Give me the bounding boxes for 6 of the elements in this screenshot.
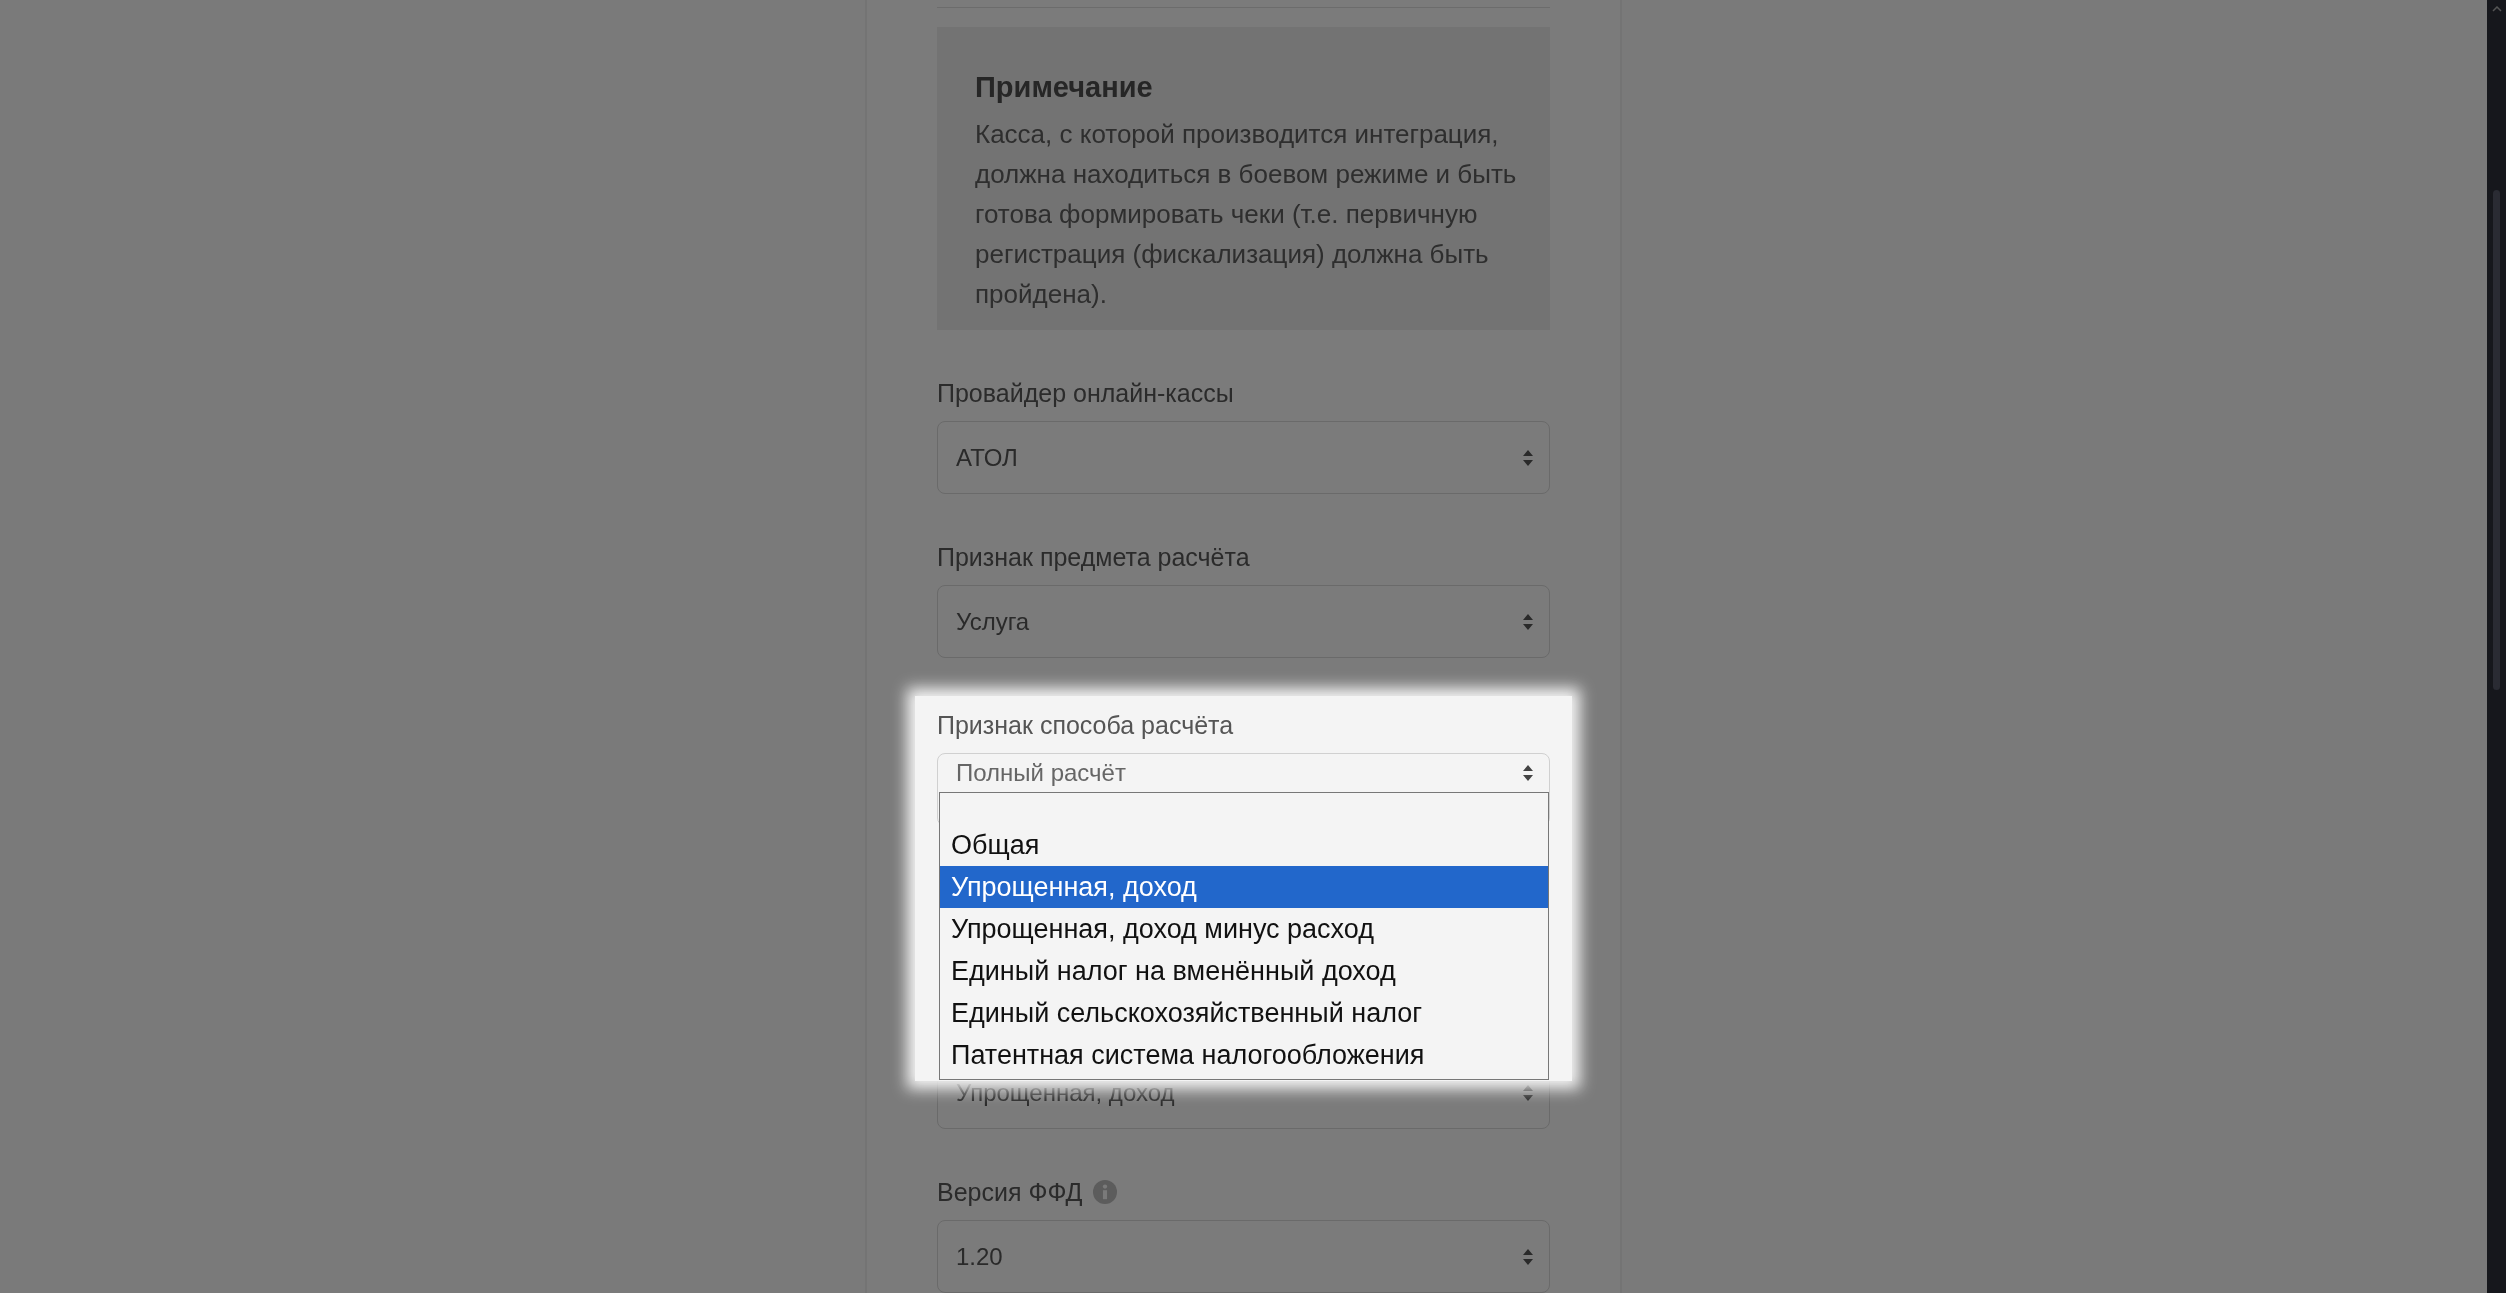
field-label: Признак способа расчёта [937,710,1234,740]
field-label: Признак предмета расчёта [937,542,1250,572]
field-label: Версия ФФД [937,1177,1083,1207]
field-label: Провайдер онлайн-кассы [937,378,1234,408]
note-text: Касса, с которой производится интеграция, должна находиться в боевом режиме и быть готова формировать чеки (т.е. первичную регистрация (фискализация) должна быть пройдена). [975,117,1518,311]
note-title: Примечание [975,70,1154,104]
